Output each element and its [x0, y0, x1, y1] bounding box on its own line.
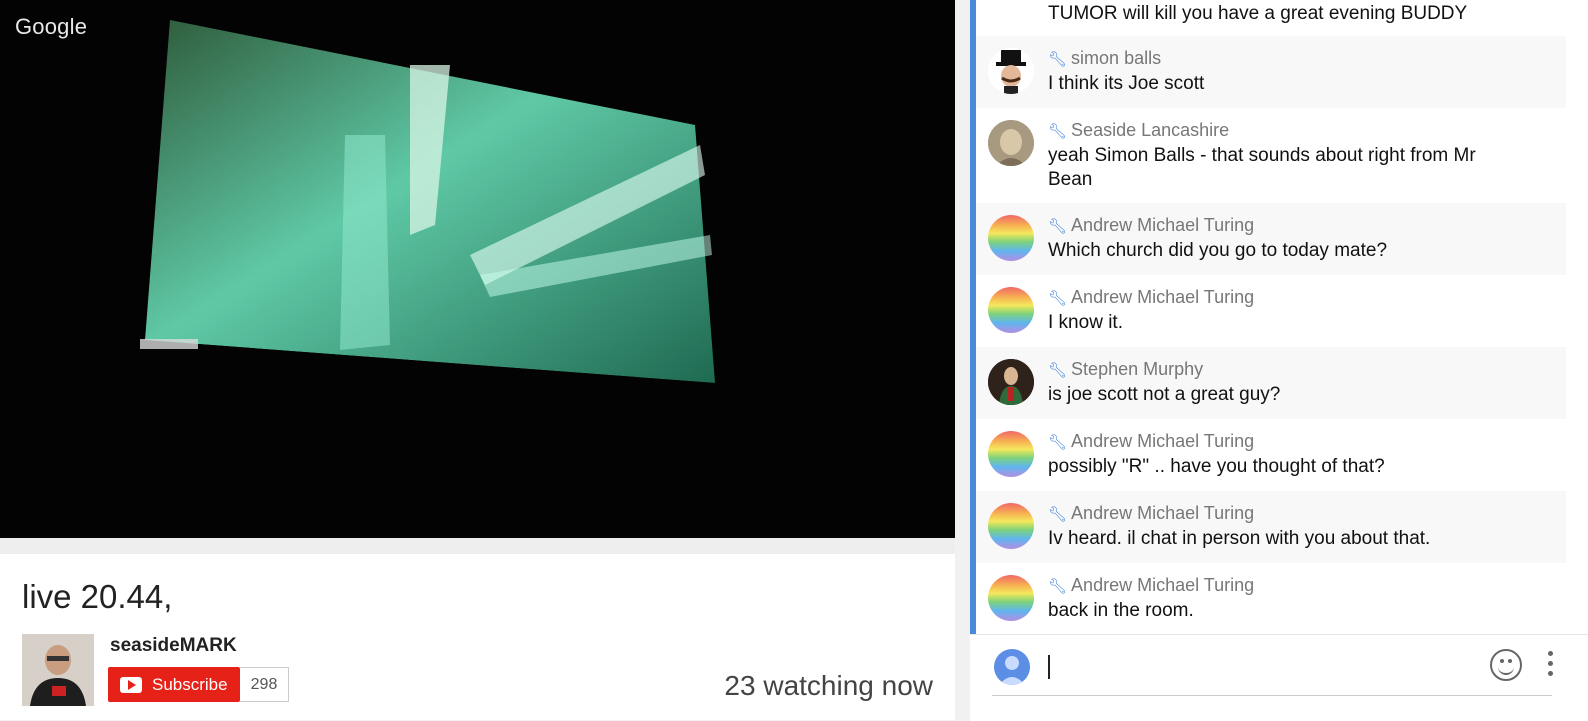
- channel-name[interactable]: seasideMARK: [110, 635, 237, 657]
- chat-message-text: Iv heard. il chat in person with you abo…: [1048, 528, 1431, 549]
- wrench-icon: 🔧︎: [1048, 123, 1068, 140]
- chat-author[interactable]: 🔧︎ simon balls: [1048, 48, 1161, 69]
- chat-author[interactable]: 🔧︎ Andrew Michael Turing: [1048, 287, 1254, 308]
- chat-author-avatar[interactable]: [988, 575, 1034, 621]
- more-options-icon[interactable]: [1548, 651, 1554, 679]
- chat-input-field[interactable]: [1048, 655, 1050, 679]
- subscribe-label: Subscribe: [152, 674, 228, 694]
- spacer: [0, 538, 955, 554]
- chat-input-area: [970, 634, 1588, 721]
- chat-message-text: I think its Joe scott: [1048, 73, 1205, 94]
- chat-message-text: back in the room.: [1048, 600, 1194, 621]
- chat-message: 🔧︎ Stephen Murphy is joe scott not a grea…: [976, 347, 1566, 419]
- chat-message-text: I know it.: [1048, 312, 1123, 333]
- chat-author-avatar[interactable]: [988, 287, 1034, 333]
- wrench-icon: 🔧︎: [1048, 434, 1068, 451]
- chat-author-avatar[interactable]: [988, 431, 1034, 477]
- chat-author-name: Andrew Michael Turing: [1071, 503, 1255, 523]
- chat-message: 🔧︎ Seaside Lancashire yeah Simon Balls - …: [976, 108, 1566, 203]
- user-avatar-icon: [994, 649, 1030, 685]
- chat-author-avatar[interactable]: [988, 215, 1034, 261]
- wrench-icon: 🔧︎: [1048, 506, 1068, 523]
- chat-message: TUMOR will kill you have a great evening…: [976, 0, 1566, 36]
- chat-author[interactable]: 🔧︎ Andrew Michael Turing: [1048, 431, 1254, 452]
- chat-author-name: simon balls: [1071, 48, 1162, 68]
- wrench-icon: 🔧︎: [1048, 578, 1068, 595]
- google-watermark: Google: [15, 14, 88, 39]
- chat-author-avatar[interactable]: [988, 359, 1034, 405]
- chat-message: 🔧︎ Andrew Michael Turing possibly "R" .. …: [976, 419, 1566, 491]
- emoji-icon[interactable]: [1490, 649, 1522, 681]
- chat-author[interactable]: 🔧︎ Andrew Michael Turing: [1048, 503, 1254, 524]
- chat-author-name: Stephen Murphy: [1071, 359, 1204, 379]
- chat-author-name: Andrew Michael Turing: [1071, 215, 1255, 235]
- subscriber-count: 298: [240, 667, 289, 702]
- video-info-panel: live 20.44, seasideMARK Subscribe 298 23…: [0, 554, 955, 720]
- video-title: live 20.44,: [22, 578, 173, 615]
- video-frame-image: [140, 20, 715, 385]
- portrait-avatar-image: [988, 359, 1034, 405]
- chat-message: 🔧︎ Andrew Michael Turing Iv heard. il cha…: [976, 491, 1566, 563]
- youtube-play-icon: [120, 676, 142, 693]
- chat-message: 🔧︎ Andrew Michael Turing back in the room…: [976, 563, 1566, 634]
- video-player[interactable]: Google: [0, 0, 955, 538]
- wrench-icon: 🔧︎: [1048, 290, 1068, 307]
- seaside-avatar-image: [988, 120, 1034, 166]
- chat-message-text: is joe scott not a great guy?: [1048, 384, 1281, 405]
- chat-message: 🔧︎ Andrew Michael Turing I know it.: [976, 275, 1566, 347]
- chat-author-avatar[interactable]: [988, 503, 1034, 549]
- live-chat-panel: TUMOR will kill you have a great evening…: [970, 0, 1588, 721]
- chat-author-name: Andrew Michael Turing: [1071, 287, 1255, 307]
- chat-author-name: Andrew Michael Turing: [1071, 575, 1255, 595]
- chat-message: 🔧︎ Andrew Michael Turing Which church did…: [976, 203, 1566, 275]
- chat-author[interactable]: 🔧︎ Seaside Lancashire: [1048, 120, 1229, 141]
- wrench-icon: 🔧︎: [1048, 218, 1068, 235]
- chat-message-text: TUMOR will kill you have a great evening…: [1048, 3, 1468, 24]
- watching-count: 23 watching now: [724, 670, 933, 701]
- wrench-icon: 🔧︎: [1048, 51, 1068, 68]
- subscribe-button[interactable]: Subscribe: [108, 667, 240, 702]
- top-hat-avatar-image: [996, 50, 1026, 94]
- chat-message-text: possibly "R" .. have you thought of that…: [1048, 456, 1385, 477]
- chat-message: 🔧︎ simon balls I think its Joe scott: [976, 36, 1566, 108]
- wrench-icon: 🔧︎: [1048, 362, 1068, 379]
- chat-author[interactable]: 🔧︎ Andrew Michael Turing: [1048, 215, 1254, 236]
- chat-author-name: Seaside Lancashire: [1071, 120, 1230, 140]
- channel-avatar[interactable]: [22, 634, 94, 706]
- chat-message-text: yeah Simon Balls - that sounds about rig…: [1048, 145, 1476, 190]
- chat-message-text: Which church did you go to today mate?: [1048, 240, 1388, 261]
- chat-message-list[interactable]: TUMOR will kill you have a great evening…: [976, 0, 1566, 634]
- chat-author-name: Andrew Michael Turing: [1071, 431, 1255, 451]
- chat-author-avatar[interactable]: [988, 120, 1034, 166]
- chat-author[interactable]: 🔧︎ Andrew Michael Turing: [1048, 575, 1254, 596]
- channel-avatar-image: [22, 634, 94, 706]
- chat-author[interactable]: 🔧︎ Stephen Murphy: [1048, 359, 1203, 380]
- chat-author-avatar[interactable]: [988, 48, 1034, 94]
- chat-input-underline: [992, 695, 1552, 696]
- person-icon: [999, 656, 1025, 685]
